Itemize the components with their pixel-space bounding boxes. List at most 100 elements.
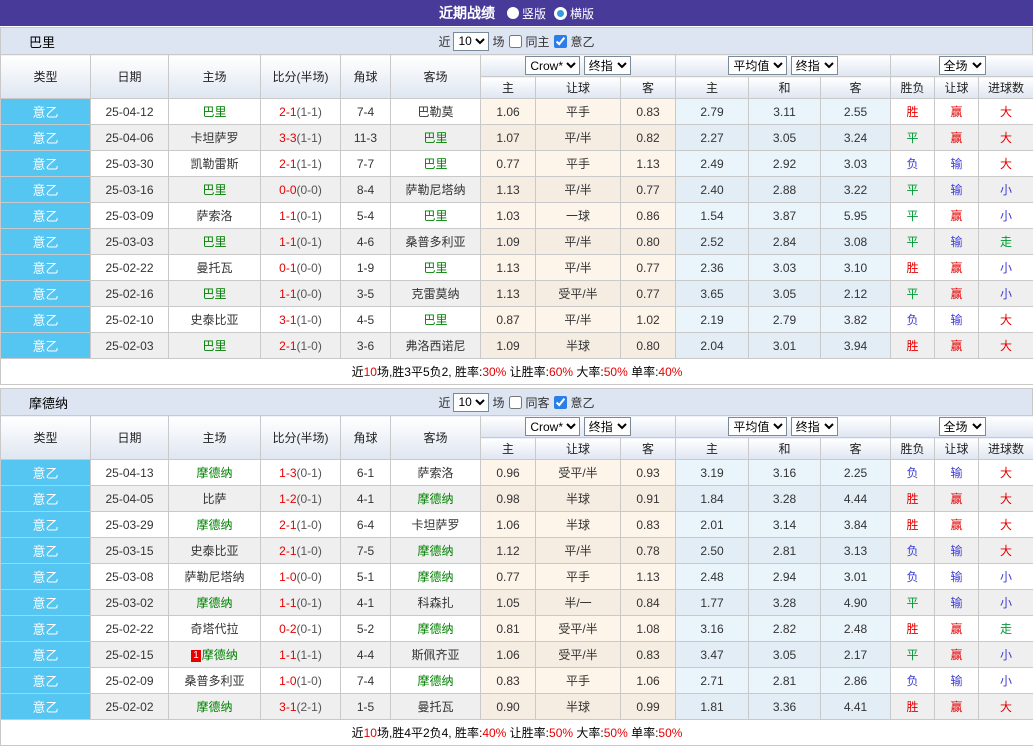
- away-team-link[interactable]: 摩德纳: [417, 622, 453, 636]
- avg-away-odds: 3.01: [821, 564, 891, 590]
- fulltime-score: 2-1: [279, 157, 296, 171]
- away-team-link[interactable]: 曼托瓦: [417, 700, 453, 714]
- home-team-link[interactable]: 摩德纳: [196, 700, 232, 714]
- final-index-select-2[interactable]: 终指: [791, 417, 838, 436]
- home-team-link[interactable]: 巴里: [202, 183, 226, 197]
- asian-handicap-line: 平手: [536, 564, 621, 590]
- home-team-link[interactable]: 摩德纳: [202, 648, 238, 662]
- league-type-cell: 意乙: [1, 668, 91, 694]
- vertical-layout-option[interactable]: 竖版: [507, 5, 546, 22]
- home-team-link[interactable]: 桑普多利亚: [184, 674, 244, 688]
- home-team-link[interactable]: 摩德纳: [196, 466, 232, 480]
- home-team-link[interactable]: 萨索洛: [196, 209, 232, 223]
- home-team-link[interactable]: 巴里: [202, 339, 226, 353]
- avg-draw-odds: 3.01: [749, 333, 821, 359]
- home-team-link[interactable]: 卡坦萨罗: [190, 131, 238, 145]
- match-date-cell: 25-02-22: [91, 255, 169, 281]
- home-team-link[interactable]: 摩德纳: [196, 518, 232, 532]
- match-date-cell: 25-03-15: [91, 538, 169, 564]
- summary-segment: 让胜率:: [506, 365, 549, 379]
- away-team-cell: 曼托瓦: [391, 694, 481, 720]
- horizontal-radio-icon[interactable]: [554, 7, 567, 20]
- col-header-away: 客场: [391, 416, 481, 460]
- away-team-cell: 摩德纳: [391, 616, 481, 642]
- same-venue-checkbox[interactable]: [509, 396, 522, 409]
- fulltime-score: 0-2: [279, 622, 296, 636]
- asian-handicap-line: 平手: [536, 151, 621, 177]
- home-team-link[interactable]: 史泰比亚: [190, 313, 238, 327]
- halftime-score: (1-0): [297, 339, 322, 353]
- away-team-link[interactable]: 巴里: [423, 209, 447, 223]
- match-count-select[interactable]: 10: [453, 32, 489, 51]
- league-filter-checkbox[interactable]: [554, 396, 567, 409]
- away-team-link[interactable]: 萨勒尼塔纳: [405, 183, 465, 197]
- home-team-link[interactable]: 巴里: [202, 235, 226, 249]
- result-outcome: 平: [891, 177, 935, 203]
- avg-draw-odds: 3.36: [749, 694, 821, 720]
- team-name: 摩德纳: [29, 393, 68, 412]
- away-team-link[interactable]: 巴勒莫: [417, 105, 453, 119]
- league-filter-checkbox[interactable]: [554, 35, 567, 48]
- avg-home-odds: 3.16: [676, 616, 749, 642]
- home-team-link[interactable]: 比萨: [202, 492, 226, 506]
- away-team-link[interactable]: 巴里: [423, 157, 447, 171]
- away-team-link[interactable]: 克雷莫纳: [411, 287, 459, 301]
- average-select[interactable]: 平均值: [728, 56, 787, 75]
- home-team-link[interactable]: 摩德纳: [196, 596, 232, 610]
- away-team-link[interactable]: 摩德纳: [417, 674, 453, 688]
- final-index-select[interactable]: 终指: [584, 56, 631, 75]
- away-team-link[interactable]: 卡坦萨罗: [411, 518, 459, 532]
- home-team-link[interactable]: 史泰比亚: [190, 544, 238, 558]
- match-count-select[interactable]: 10: [453, 393, 489, 412]
- away-team-link[interactable]: 摩德纳: [417, 544, 453, 558]
- summary-segment: 大率:: [573, 726, 604, 740]
- away-team-link[interactable]: 摩德纳: [417, 492, 453, 506]
- away-team-cell: 弗洛西诺尼: [391, 333, 481, 359]
- away-team-link[interactable]: 摩德纳: [417, 570, 453, 584]
- league-type-cell: 意乙: [1, 694, 91, 720]
- result-handicap: 赢: [935, 281, 979, 307]
- away-team-link[interactable]: 弗洛西诺尼: [405, 339, 465, 353]
- fulltime-score: 3-1: [279, 700, 296, 714]
- final-index-select[interactable]: 终指: [584, 417, 631, 436]
- away-team-link[interactable]: 桑普多利亚: [405, 235, 465, 249]
- home-team-cell: 史泰比亚: [169, 307, 261, 333]
- league-type-cell: 意乙: [1, 616, 91, 642]
- league-type-cell: 意乙: [1, 460, 91, 486]
- home-team-link[interactable]: 巴里: [202, 105, 226, 119]
- away-team-link[interactable]: 科森扎: [417, 596, 453, 610]
- final-index-select-2[interactable]: 终指: [791, 56, 838, 75]
- away-team-link[interactable]: 萨索洛: [417, 466, 453, 480]
- horizontal-layout-option[interactable]: 横版: [554, 5, 594, 22]
- home-team-link[interactable]: 萨勒尼塔纳: [184, 570, 244, 584]
- avg-draw-odds: 3.05: [749, 642, 821, 668]
- score-cell: 3-1(1-0): [261, 307, 341, 333]
- avg-away-odds: 2.48: [821, 616, 891, 642]
- away-team-link[interactable]: 斯佩齐亚: [411, 648, 459, 662]
- avg-away-odds: 3.13: [821, 538, 891, 564]
- scope-select[interactable]: 全场: [939, 56, 986, 75]
- away-team-link[interactable]: 巴里: [423, 313, 447, 327]
- home-team-link[interactable]: 奇塔代拉: [190, 622, 238, 636]
- away-team-link[interactable]: 巴里: [423, 261, 447, 275]
- bookmaker-select[interactable]: Crow*: [525, 417, 580, 436]
- average-select[interactable]: 平均值: [728, 417, 787, 436]
- home-team-link[interactable]: 曼托瓦: [196, 261, 232, 275]
- halftime-score: (1-1): [297, 131, 322, 145]
- match-row: 意乙25-02-16巴里1-1(0-0)3-5克雷莫纳1.13受平/半0.773…: [1, 281, 1033, 307]
- home-team-link[interactable]: 凯勒雷斯: [190, 157, 238, 171]
- scope-select[interactable]: 全场: [939, 417, 986, 436]
- away-team-cell: 摩德纳: [391, 486, 481, 512]
- halftime-score: (1-1): [297, 157, 322, 171]
- bookmaker-select[interactable]: Crow*: [525, 56, 580, 75]
- col-header-avg-home: 主: [676, 438, 749, 460]
- league-type-cell: 意乙: [1, 125, 91, 151]
- home-team-link[interactable]: 巴里: [202, 287, 226, 301]
- asian-handicap-line: 半/一: [536, 590, 621, 616]
- corners-cell: 7-4: [341, 99, 391, 125]
- same-venue-checkbox[interactable]: [509, 35, 522, 48]
- vertical-radio-icon[interactable]: [507, 7, 519, 19]
- away-team-link[interactable]: 巴里: [423, 131, 447, 145]
- col-header-type: 类型: [1, 55, 91, 99]
- result-handicap: 赢: [935, 99, 979, 125]
